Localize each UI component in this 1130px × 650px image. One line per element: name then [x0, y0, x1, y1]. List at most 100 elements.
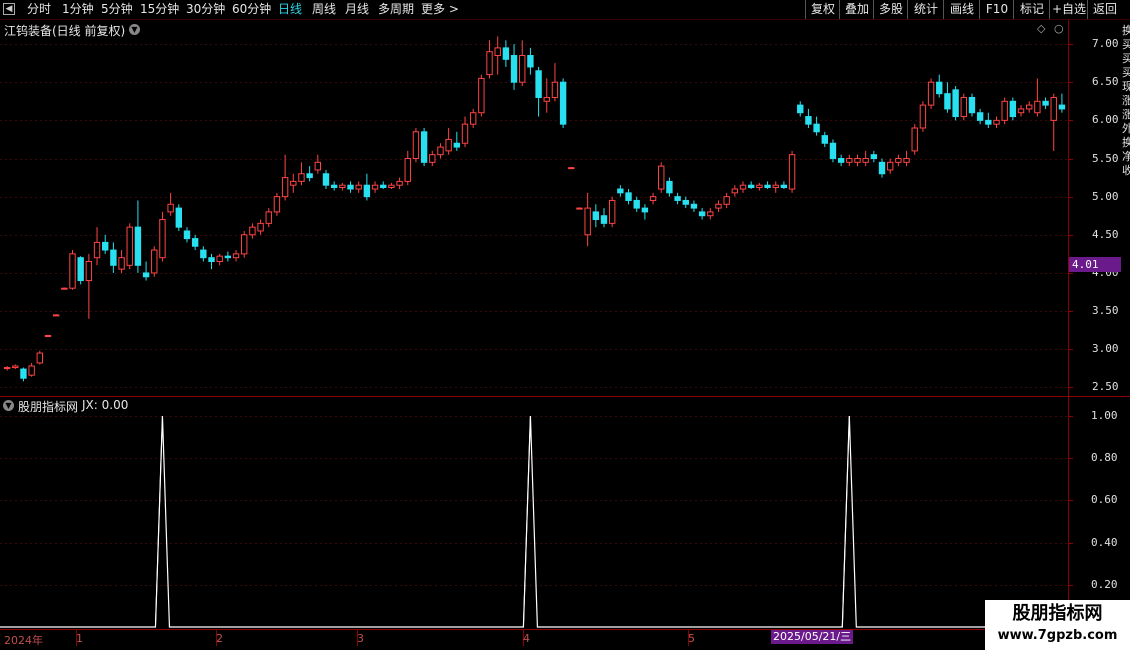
- indicator-value: JX: 0.00: [82, 398, 129, 412]
- candle: [862, 150, 869, 167]
- candle-body: [698, 211, 706, 217]
- candle: [445, 127, 452, 155]
- candle: [870, 150, 878, 163]
- candle-body: [649, 196, 657, 201]
- candle-body: [200, 249, 207, 259]
- candle-body: [306, 173, 313, 179]
- main-y-tick: 7.00: [1092, 37, 1119, 51]
- candle: [339, 182, 346, 191]
- candle: [371, 181, 379, 193]
- candle: [36, 350, 43, 365]
- candle: [175, 204, 183, 231]
- current-price-tag: 4.01: [1069, 257, 1121, 272]
- collapse-icon[interactable]: ○: [1054, 22, 1064, 35]
- candle-body: [363, 184, 371, 198]
- candle: [20, 367, 27, 382]
- indicator-spike: [522, 415, 531, 628]
- candle: [110, 242, 117, 273]
- diamond-icon[interactable]: ◇: [1037, 22, 1045, 35]
- candle-body: [1050, 96, 1057, 121]
- candle: [412, 127, 420, 163]
- candle: [576, 207, 583, 210]
- candle-body: [502, 47, 510, 60]
- candle-body: [1017, 108, 1025, 114]
- candle: [927, 78, 935, 109]
- candle: [739, 181, 747, 193]
- candle: [306, 166, 313, 182]
- candle: [625, 189, 632, 205]
- candle: [535, 66, 542, 117]
- candle: [829, 139, 837, 163]
- candle: [919, 101, 927, 132]
- candle: [878, 158, 886, 178]
- candle: [502, 40, 510, 67]
- candle-body: [183, 230, 191, 240]
- candle-body: [919, 104, 927, 129]
- candle-body: [985, 119, 992, 125]
- candle: [216, 253, 223, 266]
- candle: [764, 181, 771, 190]
- candle: [273, 192, 281, 216]
- candle-body: [682, 199, 689, 205]
- candle: [1026, 101, 1033, 113]
- candle-body: [608, 199, 616, 224]
- candle: [232, 250, 240, 262]
- candle-body: [347, 184, 354, 190]
- candle: [658, 162, 665, 193]
- candle: [93, 227, 101, 266]
- candle-body: [568, 167, 575, 170]
- candle-body: [429, 154, 436, 163]
- candle-body: [167, 203, 174, 213]
- candle-body: [731, 188, 739, 194]
- indicator-name: 股朋指标网: [18, 400, 79, 414]
- candle: [731, 185, 739, 197]
- chevron-down-icon[interactable]: ▼: [129, 24, 140, 35]
- indicator-menu-icon[interactable]: ▼: [3, 400, 14, 411]
- candle: [461, 116, 469, 148]
- candle: [690, 200, 698, 212]
- candle-body: [134, 226, 142, 266]
- candle: [780, 181, 788, 190]
- candle-body: [314, 161, 322, 171]
- candle: [249, 223, 256, 239]
- candle: [968, 93, 976, 117]
- indicator-y-tick: 0.80: [1091, 451, 1118, 465]
- candle-body: [576, 207, 583, 210]
- candle: [478, 74, 485, 117]
- candle-body: [322, 173, 330, 186]
- candle: [895, 154, 902, 167]
- indicator-y-tick: 0.20: [1091, 577, 1118, 591]
- candle-body: [600, 215, 608, 224]
- candle-body: [330, 184, 338, 188]
- candle: [281, 154, 289, 201]
- candle-body: [494, 47, 501, 57]
- candle-body: [723, 196, 730, 205]
- candle: [756, 182, 763, 191]
- candle: [241, 230, 248, 258]
- candle: [797, 101, 804, 117]
- candle: [551, 63, 559, 102]
- candle-body: [77, 257, 84, 282]
- candle-body: [903, 158, 910, 163]
- main-y-tick: 3.50: [1092, 304, 1119, 318]
- candle-body: [944, 93, 951, 110]
- candle-body: [355, 184, 362, 190]
- candle-body: [870, 154, 878, 160]
- candle-body: [371, 184, 379, 190]
- candle-body: [110, 249, 117, 266]
- candle: [85, 253, 93, 319]
- candle-body: [208, 257, 215, 262]
- candle-body: [281, 177, 289, 198]
- candle-body: [412, 131, 420, 160]
- candle: [519, 40, 526, 87]
- candle: [224, 251, 232, 262]
- candle-body: [20, 368, 27, 379]
- candle-body: [191, 238, 199, 247]
- candle-body: [396, 180, 403, 186]
- candle-body: [445, 138, 452, 152]
- candle-body: [976, 112, 984, 121]
- candle: [257, 219, 264, 235]
- candle-body: [12, 365, 19, 369]
- candle-body: [290, 180, 297, 186]
- candle: [747, 181, 755, 190]
